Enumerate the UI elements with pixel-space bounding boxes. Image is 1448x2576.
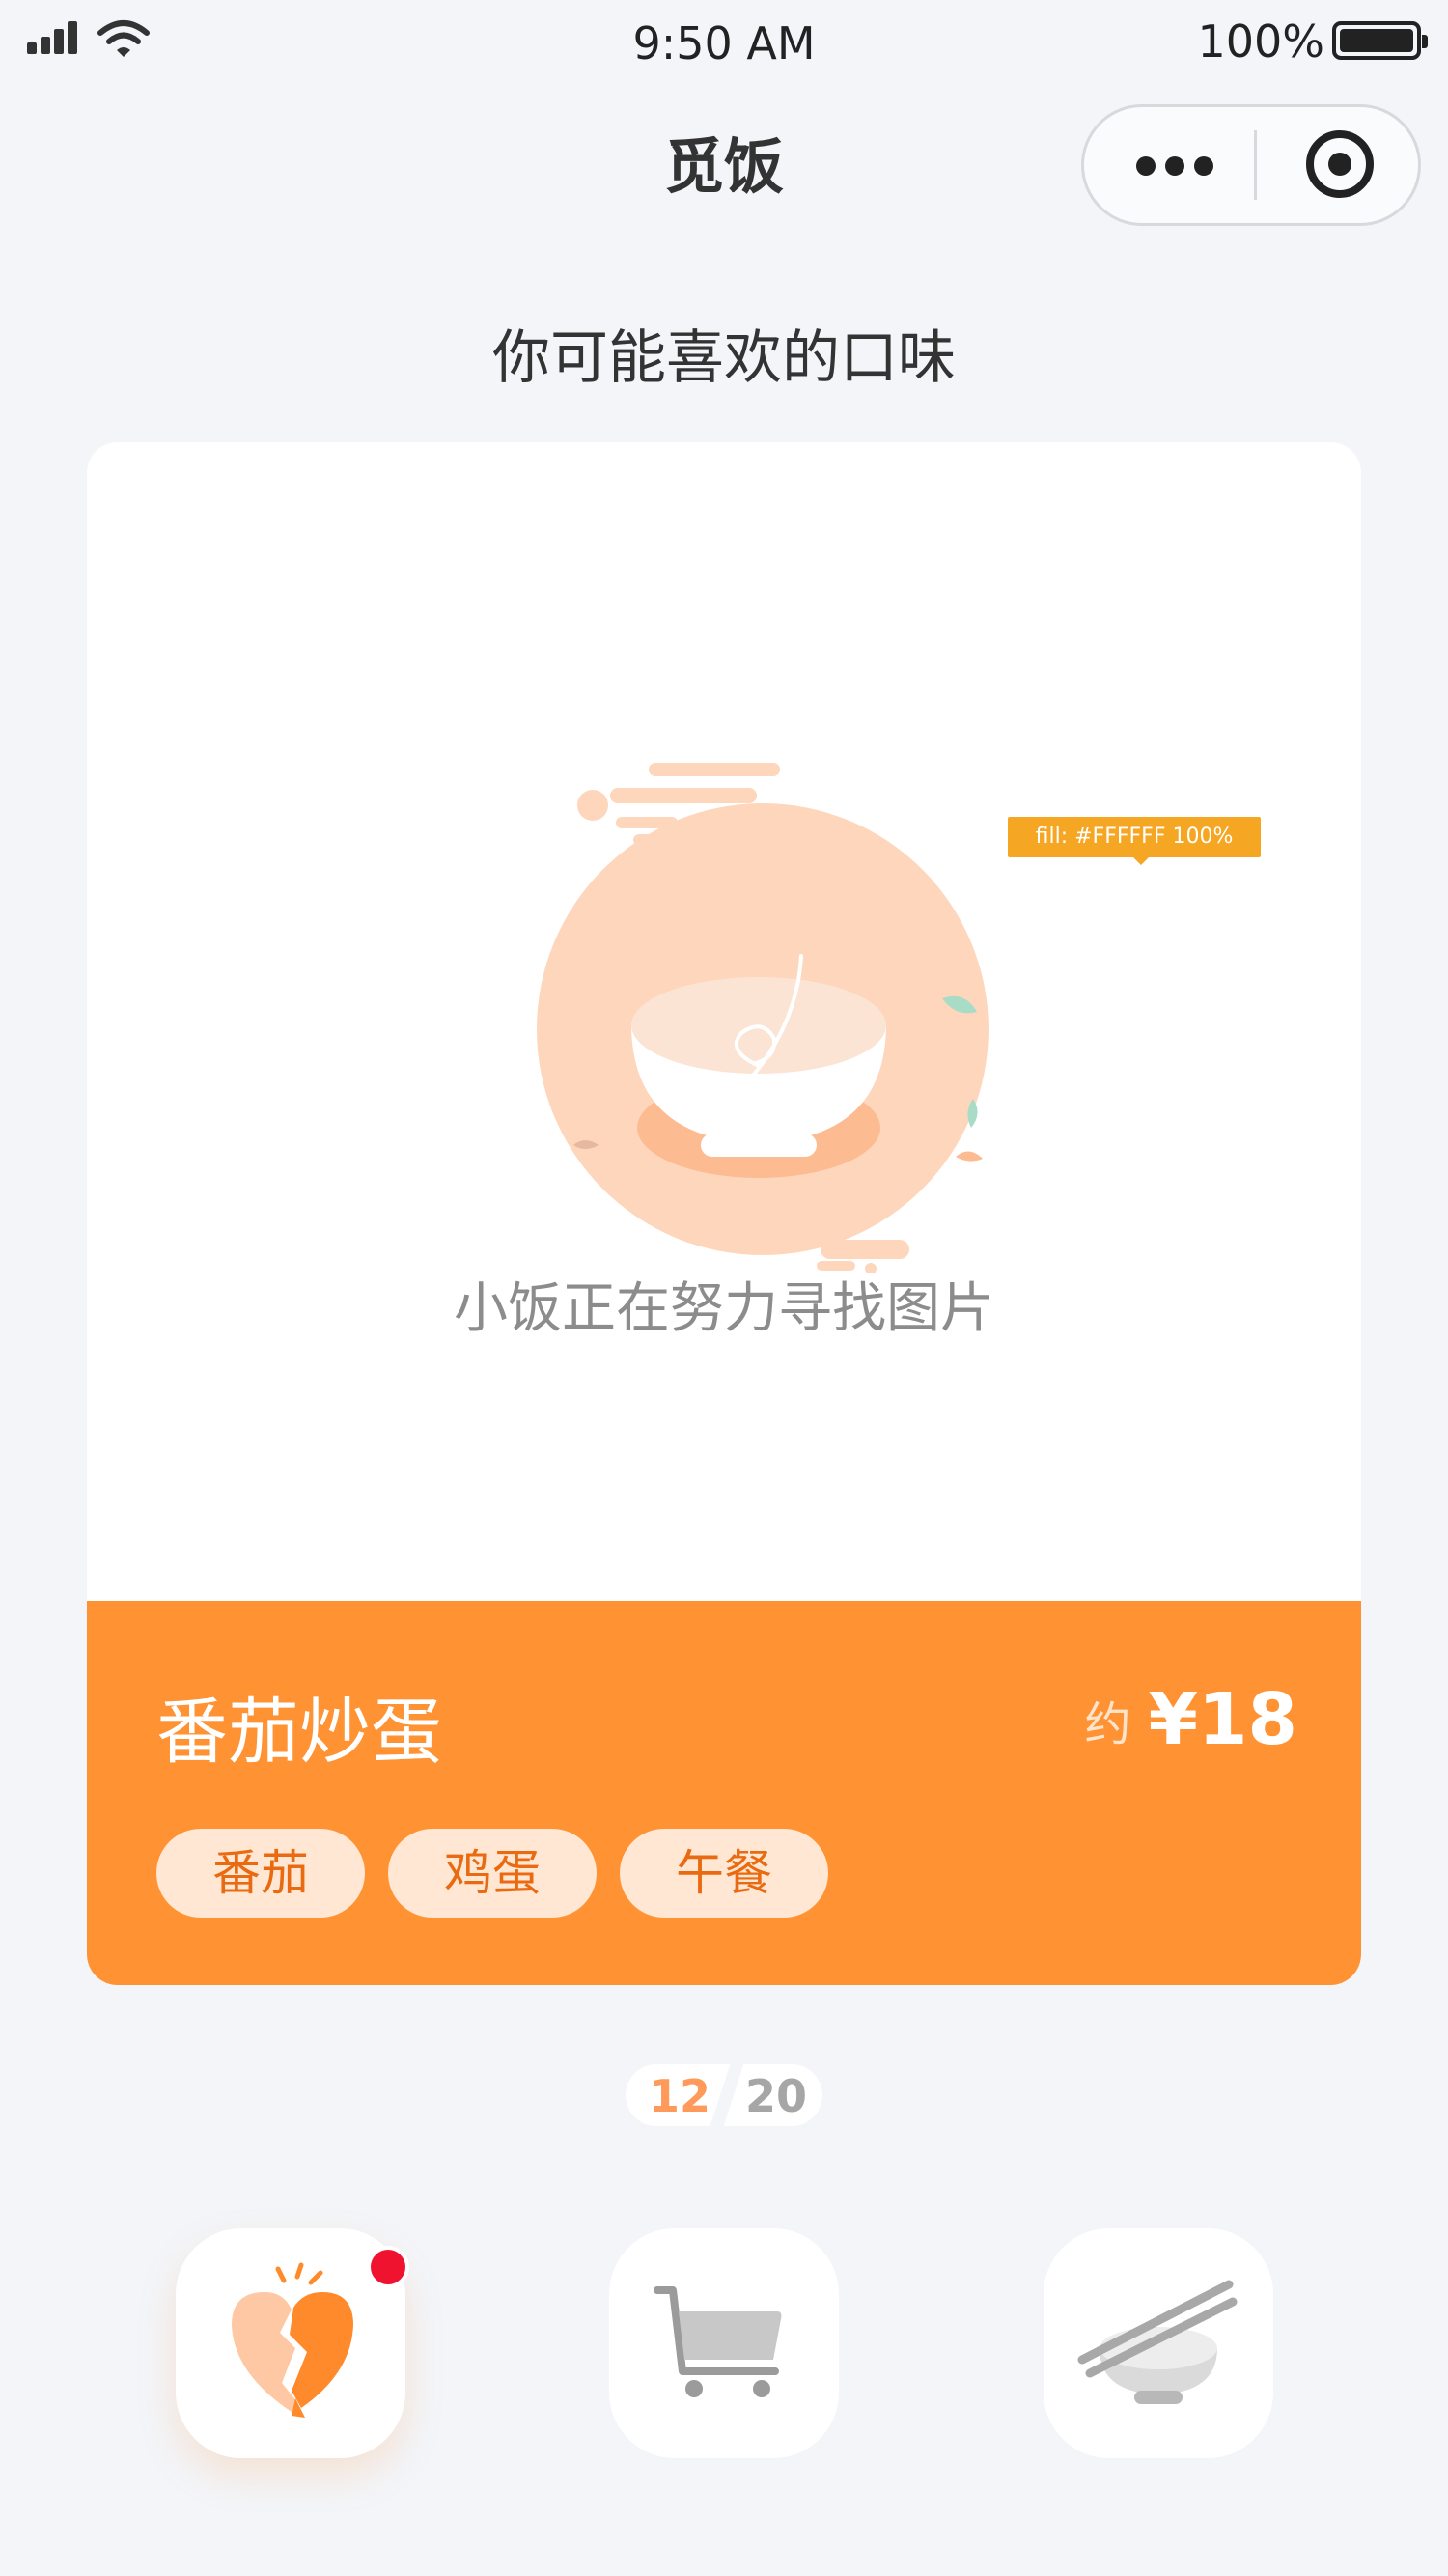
dish-tags: 番茄 鸡蛋 午餐: [156, 1829, 851, 1919]
cart-button[interactable]: [609, 2228, 839, 2458]
more-dot-icon: [1165, 156, 1184, 176]
bowl-chopsticks-icon: [1077, 2280, 1238, 2404]
pager-divider: [710, 2064, 744, 2126]
dish-price: 约 ¥18: [1085, 1678, 1297, 1761]
more-dot-icon: [1136, 156, 1156, 176]
capsule-divider: [1254, 130, 1257, 200]
tag-tomato[interactable]: 番茄: [156, 1829, 365, 1918]
mini-program-capsule: [1081, 104, 1421, 226]
close-target-icon[interactable]: [1306, 130, 1374, 198]
image-loading-text: 小饭正在努力寻找图片: [454, 1277, 994, 1340]
recommendation-card[interactable]: fill: #FFFFFF 100% 小饭正在努力寻找图片 番茄炒蛋 约 ¥18 …: [87, 442, 1361, 1985]
more-button[interactable]: [1084, 107, 1252, 223]
pager-total: 20: [745, 2070, 808, 2122]
status-bar: 9:50 AM 100%: [0, 0, 1448, 87]
fill-annotation-tooltip: fill: #FFFFFF 100%: [1008, 817, 1261, 865]
bowl-button[interactable]: [1044, 2228, 1273, 2458]
dish-info-panel: 番茄炒蛋 约 ¥18 番茄 鸡蛋 午餐: [87, 1601, 1361, 1985]
notification-dot: [367, 2246, 409, 2288]
pager-current: 12: [649, 2070, 711, 2122]
section-title: 你可能喜欢的口味: [492, 324, 956, 392]
tag-egg[interactable]: 鸡蛋: [388, 1829, 597, 1918]
battery-icon: [1332, 21, 1428, 60]
price-prefix: 约: [1084, 1697, 1131, 1751]
bowl-placeholder-icon: [537, 763, 989, 1273]
more-dot-icon: [1194, 156, 1213, 176]
dish-name: 番茄炒蛋: [156, 1691, 442, 1774]
tag-lunch[interactable]: 午餐: [620, 1829, 828, 1918]
battery-percentage: 100%: [1197, 15, 1324, 68]
cart-icon: [654, 2286, 782, 2397]
price-value: ¥18: [1148, 1678, 1297, 1761]
card-pager: 12 20: [626, 2064, 822, 2126]
